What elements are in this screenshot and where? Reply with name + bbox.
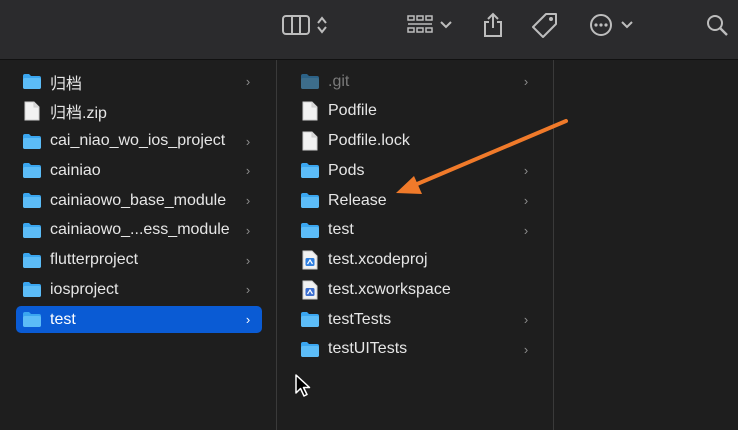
- item-label: test: [328, 221, 354, 239]
- column2-item[interactable]: .git ›: [292, 68, 542, 95]
- updown-chevron-icon: [316, 15, 328, 35]
- column-browser: 归档 › 归档.zip cai_niao_wo_ios_project › cainiao…: [0, 60, 738, 430]
- item-label: test.xcodeproj: [328, 251, 428, 268]
- more-actions-button[interactable]: [589, 12, 633, 38]
- item-label: testTests: [328, 310, 392, 328]
- column2-item[interactable]: test.xcworkspace: [292, 276, 542, 303]
- folder-icon: [300, 191, 320, 211]
- chevron-right-icon: ›: [523, 193, 529, 208]
- column2-item[interactable]: testTests ›: [292, 306, 542, 333]
- item-label: Podfile: [328, 102, 377, 120]
- column2-item[interactable]: Release ›: [292, 187, 542, 214]
- folder-icon: [300, 220, 320, 240]
- chevron-down-icon: [440, 20, 452, 30]
- column2-item[interactable]: Podfile: [292, 98, 542, 125]
- chevron-down-icon: [621, 20, 633, 30]
- mouse-cursor-icon: [295, 374, 311, 397]
- grid-group-icon: [407, 15, 433, 35]
- tag-icon: [531, 12, 559, 38]
- folder-icon: [300, 72, 320, 92]
- column-3[interactable]: [554, 60, 738, 430]
- item-label: test.xcworkspace: [328, 280, 451, 298]
- share-icon: [482, 12, 504, 38]
- ellipsis-circle-icon: [589, 13, 613, 37]
- chevron-right-icon: ›: [523, 163, 529, 179]
- folder-icon: [300, 161, 320, 181]
- item-label: testUITests: [328, 340, 408, 358]
- column2-item[interactable]: test.xcodeproj: [292, 247, 542, 274]
- column2-item[interactable]: Pods ›: [292, 157, 542, 184]
- chevron-right-icon: ›: [523, 341, 529, 357]
- chevron-right-icon: ›: [523, 312, 529, 327]
- column2-item[interactable]: test ›: [292, 217, 542, 244]
- item-label: Release: [328, 191, 387, 209]
- xcworkspace-file-icon: [300, 280, 320, 300]
- search-icon: [705, 13, 729, 37]
- folder-icon: [300, 310, 320, 330]
- column2-item[interactable]: testUITests ›: [292, 336, 542, 363]
- item-label: .git: [328, 72, 350, 90]
- tags-button[interactable]: [531, 12, 559, 38]
- chevron-right-icon: ›: [523, 74, 529, 89]
- search-button[interactable]: [705, 12, 729, 38]
- chevron-right-icon: ›: [523, 222, 529, 238]
- document-icon: [300, 101, 320, 121]
- column2-item[interactable]: Podfile.lock: [292, 128, 542, 155]
- columns-view-icon: [282, 14, 310, 36]
- document-icon: [300, 131, 320, 151]
- finder-toolbar: [0, 0, 738, 60]
- share-button[interactable]: [482, 12, 504, 38]
- view-mode-button[interactable]: [282, 12, 328, 38]
- xcodeproj-file-icon: [300, 250, 320, 270]
- group-button[interactable]: [407, 12, 452, 38]
- folder-icon: [300, 339, 320, 359]
- item-label: Podfile.lock: [328, 132, 410, 149]
- item-label: Pods: [328, 161, 365, 179]
